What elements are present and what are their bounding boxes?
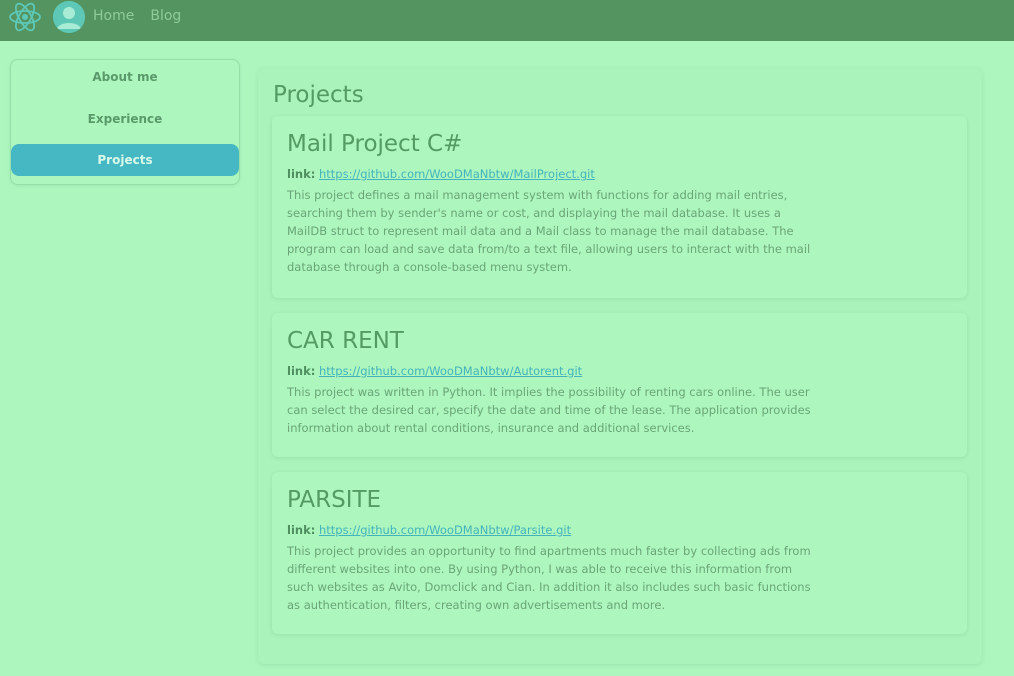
- sidebar-item-about-me[interactable]: About me: [11, 61, 239, 93]
- project-link-row: link: https://github.com/WooDMaNbtw/Mail…: [287, 167, 952, 181]
- top-navbar: Home Blog: [0, 0, 1014, 41]
- project-title: PARSITE: [287, 487, 382, 513]
- project-card: PARSITE link: https://github.com/WooDMaN…: [272, 472, 967, 634]
- project-title: CAR RENT: [287, 328, 404, 354]
- project-title: Mail Project C#: [287, 131, 463, 157]
- project-link-label: link:: [287, 523, 316, 537]
- sidebar-item-projects[interactable]: Projects: [11, 144, 239, 176]
- user-avatar-icon[interactable]: [53, 1, 85, 33]
- project-link[interactable]: https://github.com/WooDMaNbtw/MailProjec…: [319, 167, 595, 181]
- project-description: This project provides an opportunity to …: [287, 544, 811, 612]
- project-description: This project was written in Python. It i…: [287, 385, 811, 435]
- project-link-label: link:: [287, 167, 316, 181]
- react-atom-icon[interactable]: [8, 1, 42, 33]
- project-description: This project defines a mail management s…: [287, 188, 811, 274]
- project-card: CAR RENT link: https://github.com/WooDMa…: [272, 313, 967, 457]
- projects-panel: Projects Mail Project C# link: https://g…: [258, 68, 982, 664]
- nav-links: Home Blog: [93, 8, 181, 24]
- sidebar-item-experience[interactable]: Experience: [11, 103, 239, 135]
- page-title: Projects: [273, 82, 364, 108]
- nav-home-link[interactable]: Home: [93, 8, 134, 24]
- project-link-row: link: https://github.com/WooDMaNbtw/Pars…: [287, 523, 952, 537]
- project-link[interactable]: https://github.com/WooDMaNbtw/Autorent.g…: [319, 364, 582, 378]
- nav-blog-link[interactable]: Blog: [150, 8, 181, 24]
- project-link-row: link: https://github.com/WooDMaNbtw/Auto…: [287, 364, 952, 378]
- sidebar: About me Experience Projects: [10, 59, 240, 185]
- project-link-label: link:: [287, 364, 316, 378]
- project-link[interactable]: https://github.com/WooDMaNbtw/Parsite.gi…: [319, 523, 571, 537]
- project-card: Mail Project C# link: https://github.com…: [272, 116, 967, 298]
